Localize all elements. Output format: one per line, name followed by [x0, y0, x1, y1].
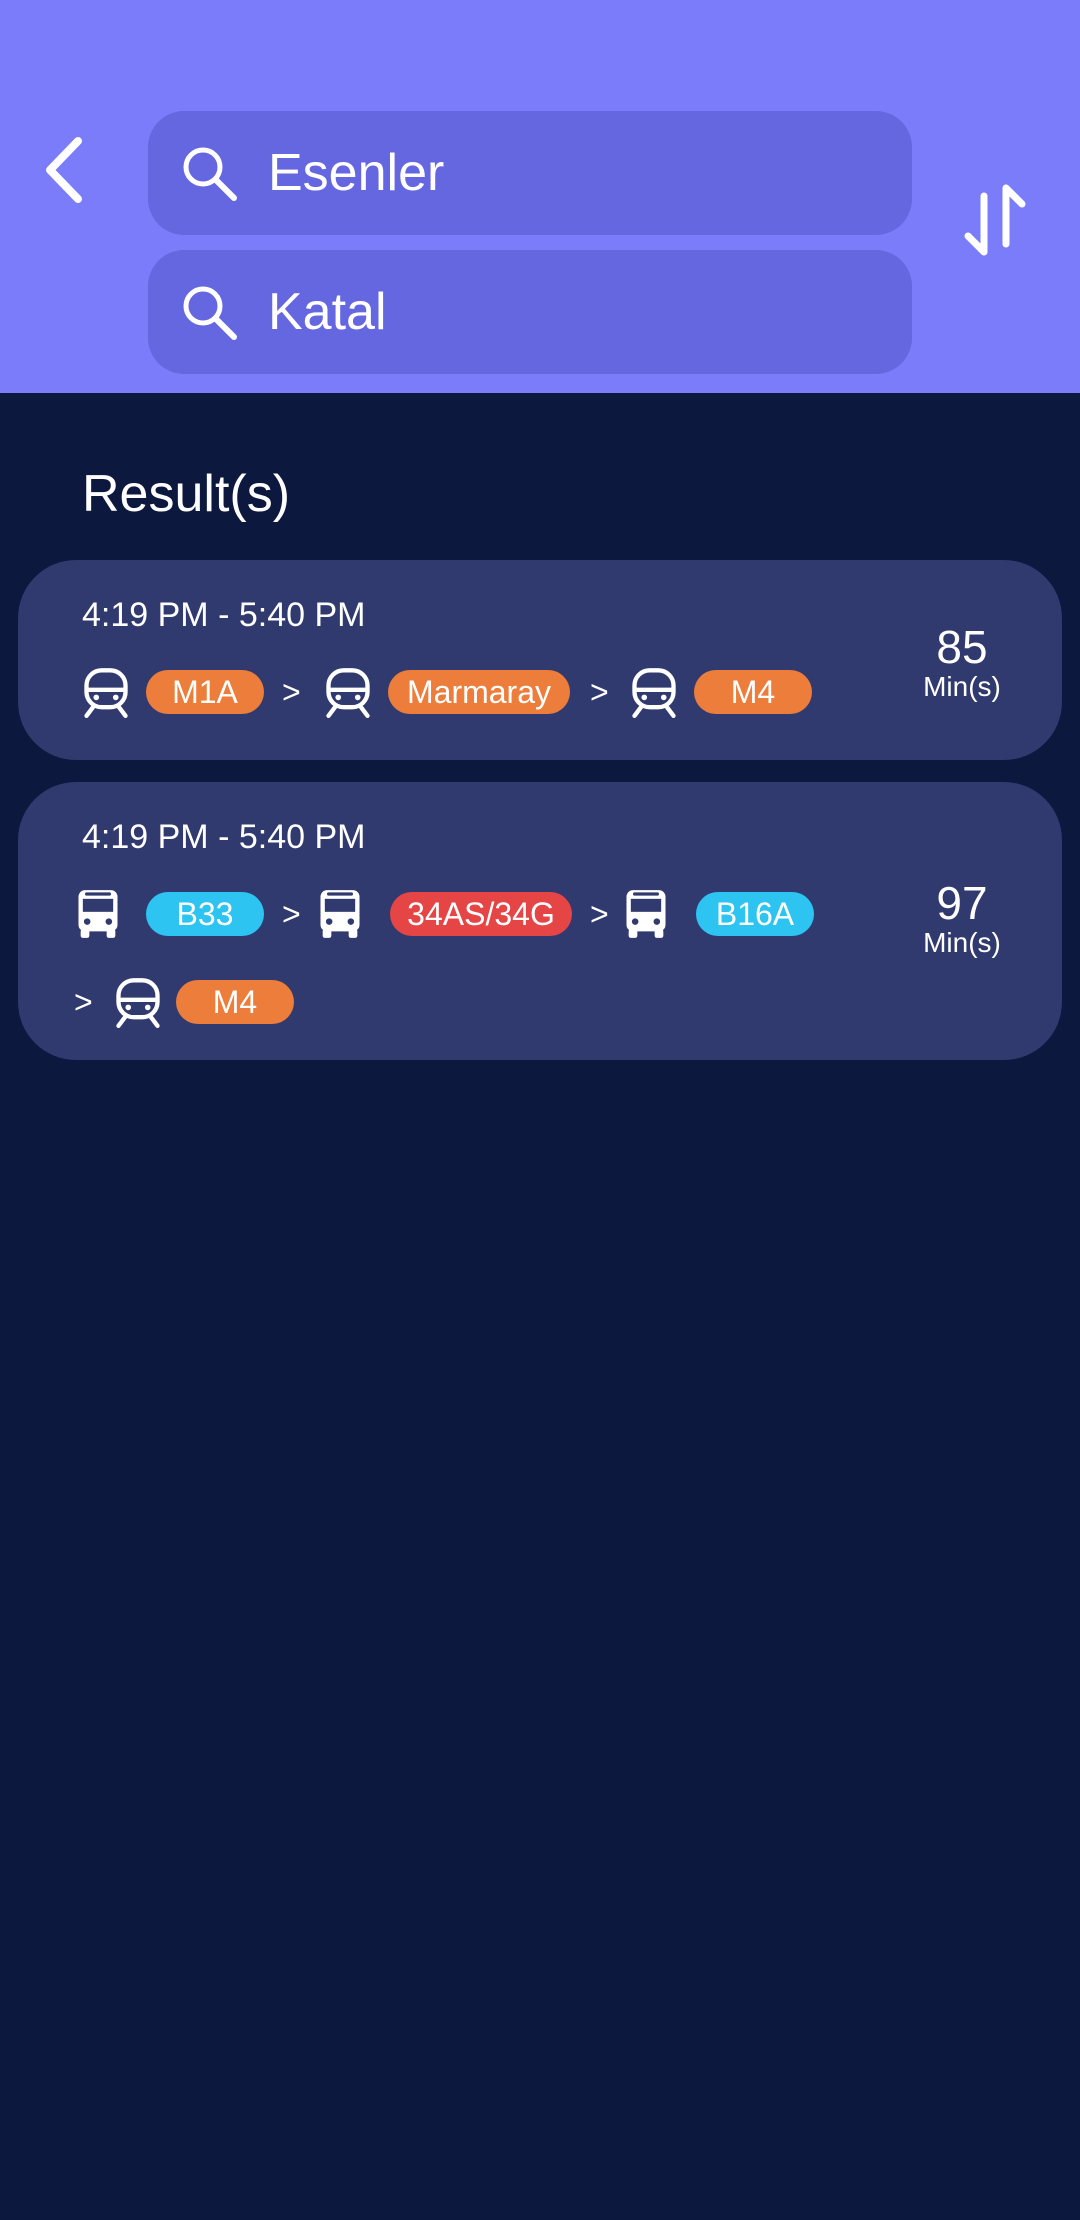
separator: >: [590, 896, 609, 932]
route-time: 4:19 PM - 5:40 PM: [82, 596, 366, 634]
separator: >: [74, 984, 93, 1020]
bus-icon: [72, 888, 124, 940]
line-badge: 34AS/34G: [390, 892, 572, 936]
tram-icon: [322, 666, 374, 718]
line-badge: Marmaray: [388, 670, 570, 714]
line-badge: B16A: [696, 892, 814, 936]
search-header: [0, 0, 1080, 393]
line-badge: B33: [146, 892, 264, 936]
search-icon: [183, 286, 237, 340]
tram-icon: [628, 666, 680, 718]
duration-value: 97: [936, 877, 988, 929]
route-card[interactable]: 4:19 PM - 5:40 PM M1A > Marmaray > M4 85…: [18, 560, 1062, 760]
line-badge: M1A: [146, 670, 264, 714]
line-badge: M4: [176, 980, 294, 1024]
from-search-field[interactable]: [148, 111, 912, 235]
swap-button[interactable]: [962, 180, 1028, 260]
duration-value: 85: [936, 621, 988, 673]
swap-vertical-icon: [964, 184, 1026, 256]
route-duration: 97 Min(s): [882, 878, 1042, 958]
route-legs: B33 > 34AS/34G > B16A: [18, 884, 878, 944]
back-button[interactable]: [30, 130, 100, 210]
route-legs: M1A > Marmaray > M4: [18, 662, 878, 722]
route-legs: > M4: [18, 972, 878, 1032]
route-card[interactable]: 4:19 PM - 5:40 PM B33 > 34AS/34G > B16A …: [18, 782, 1062, 1060]
separator: >: [282, 674, 301, 710]
to-search-field[interactable]: [148, 250, 912, 374]
duration-unit: Min(s): [923, 927, 1001, 958]
results-title: Result(s): [82, 465, 291, 523]
from-input[interactable]: [268, 143, 888, 203]
bus-icon: [620, 888, 672, 940]
search-icon: [183, 147, 237, 201]
separator: >: [282, 896, 301, 932]
chevron-left-icon: [46, 137, 82, 203]
separator: >: [590, 674, 609, 710]
line-badge: M4: [694, 670, 812, 714]
to-input[interactable]: [268, 282, 888, 342]
tram-icon: [112, 976, 164, 1028]
route-time: 4:19 PM - 5:40 PM: [82, 818, 366, 856]
duration-unit: Min(s): [923, 671, 1001, 702]
bus-icon: [314, 888, 366, 940]
route-duration: 85 Min(s): [882, 622, 1042, 702]
tram-icon: [80, 666, 132, 718]
